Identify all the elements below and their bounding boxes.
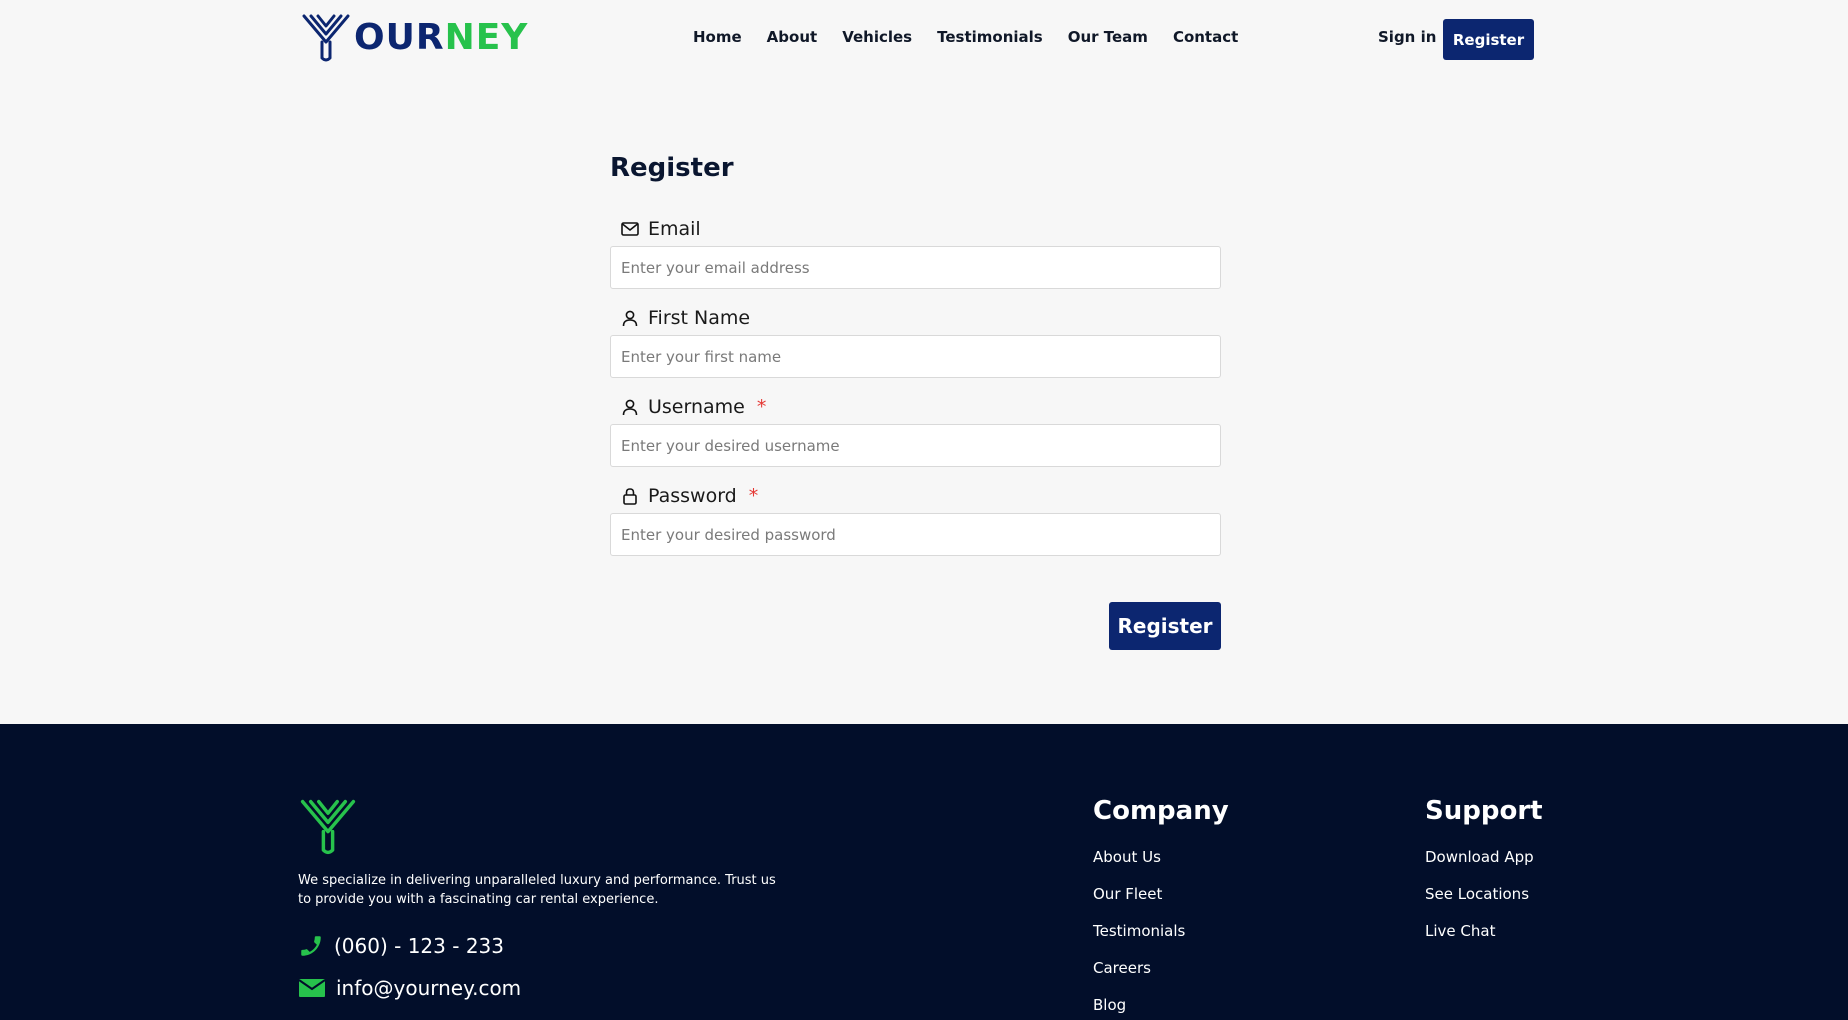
nav-vehicles[interactable]: Vehicles xyxy=(842,28,912,46)
footer-link-blog[interactable]: Blog xyxy=(1093,996,1126,1014)
y-logo-icon xyxy=(300,799,356,855)
brand-logo[interactable]: OURNEY xyxy=(300,12,528,64)
mail-icon xyxy=(621,222,639,236)
footer-email[interactable]: info@yourney.com xyxy=(298,976,521,1000)
username-label: Username * xyxy=(620,396,766,418)
footer-link-live-chat[interactable]: Live Chat xyxy=(1425,922,1495,940)
nav-about[interactable]: About xyxy=(767,28,818,46)
email-field[interactable] xyxy=(610,246,1221,289)
user-icon xyxy=(622,310,638,327)
email-label: Email xyxy=(620,218,701,240)
nav-home[interactable]: Home xyxy=(693,28,742,46)
y-logo-icon xyxy=(302,14,350,62)
user-icon xyxy=(622,399,638,416)
main-nav: Home About Vehicles Testimonials Our Tea… xyxy=(693,28,1238,46)
register-submit-button[interactable]: Register xyxy=(1109,602,1221,650)
phone-icon xyxy=(301,936,321,956)
footer-logo[interactable] xyxy=(298,797,358,861)
brand-logo-text: OURNEY xyxy=(354,17,529,58)
footer-link-careers[interactable]: Careers xyxy=(1093,959,1151,977)
nav-our-team[interactable]: Our Team xyxy=(1068,28,1148,46)
mail-icon xyxy=(298,979,326,997)
sign-in-link[interactable]: Sign in xyxy=(1378,28,1436,46)
footer-phone[interactable]: (060) - 123 - 233 xyxy=(298,933,504,959)
lock-icon xyxy=(623,488,637,505)
footer-link-testimonials[interactable]: Testimonials xyxy=(1093,922,1185,940)
footer-link-about-us[interactable]: About Us xyxy=(1093,848,1161,866)
password-label: Password * xyxy=(620,485,758,507)
header-register-button[interactable]: Register xyxy=(1443,19,1534,60)
support-heading: Support xyxy=(1425,796,1543,826)
footer-link-our-fleet[interactable]: Our Fleet xyxy=(1093,885,1162,903)
page-title: Register xyxy=(610,153,734,183)
nav-contact[interactable]: Contact xyxy=(1173,28,1238,46)
first-name-field[interactable] xyxy=(610,335,1221,378)
nav-testimonials[interactable]: Testimonials xyxy=(937,28,1043,46)
footer-description: We specialize in delivering unparalleled… xyxy=(298,873,776,907)
username-field[interactable] xyxy=(610,424,1221,467)
footer-link-download-app[interactable]: Download App xyxy=(1425,848,1534,866)
password-field[interactable] xyxy=(610,513,1221,556)
footer: We specialize in delivering unparalleled… xyxy=(0,724,1848,1020)
company-heading: Company xyxy=(1093,796,1229,826)
first-name-label: First Name xyxy=(620,307,750,329)
footer-link-see-locations[interactable]: See Locations xyxy=(1425,885,1529,903)
header: OURNEY Home About Vehicles Testimonials … xyxy=(0,0,1848,78)
required-marker: * xyxy=(748,485,759,507)
required-marker: * xyxy=(756,396,767,418)
